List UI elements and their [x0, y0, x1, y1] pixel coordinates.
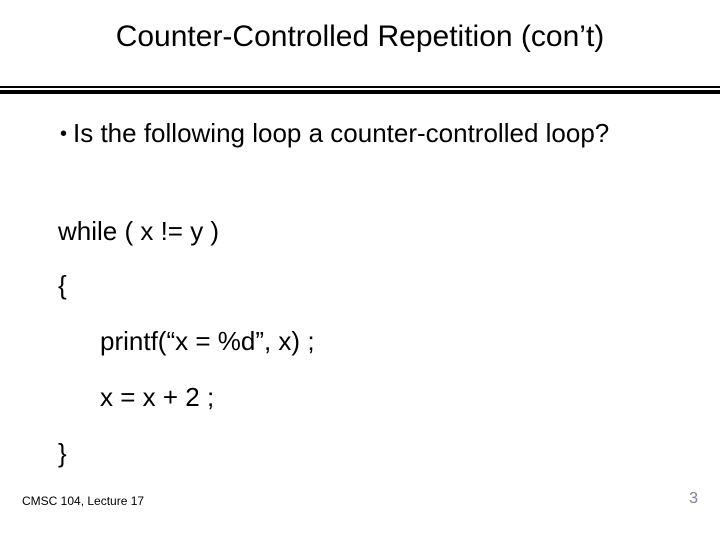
- code-line-while: while ( x != y ): [58, 216, 219, 247]
- rule-top: [0, 86, 720, 88]
- footer-course: CMSC 104, Lecture 17: [22, 494, 144, 508]
- page-number: 3: [689, 490, 698, 508]
- code-line-increment: x = x + 2 ;: [100, 382, 214, 413]
- bullet-text: Is the following loop a counter-controll…: [73, 118, 609, 148]
- code-line-printf: printf(“x = %d”, x) ;: [100, 326, 315, 357]
- code-line-rbrace: }: [58, 438, 67, 469]
- horizontal-rule: [0, 86, 720, 92]
- bullet-item: •Is the following loop a counter-control…: [60, 118, 680, 149]
- rule-bottom: [0, 90, 720, 94]
- bullet-icon: •: [60, 122, 67, 146]
- slide: Counter-Controlled Repetition (con’t) •I…: [0, 0, 720, 540]
- slide-title: Counter-Controlled Repetition (con’t): [0, 20, 720, 54]
- code-line-lbrace: {: [58, 270, 67, 301]
